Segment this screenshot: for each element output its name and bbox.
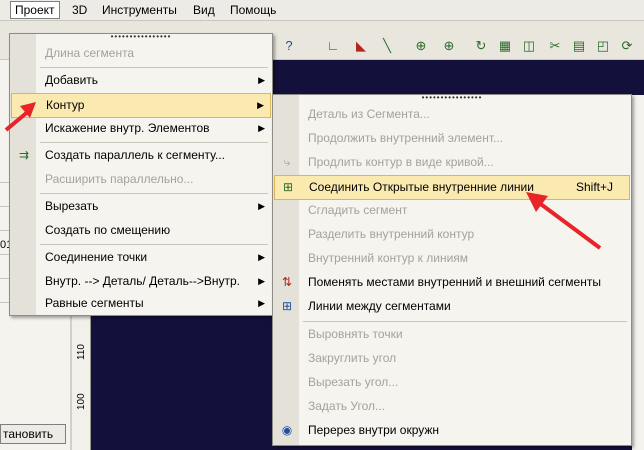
menu-project[interactable]: Проект — [10, 1, 60, 19]
menu-item-label: Продолжить внутренний элемент... — [308, 131, 504, 145]
menu-item-equal-segments[interactable]: Равные сегменты ▶ — [11, 292, 271, 315]
ruler-tick-label: 110 — [76, 344, 87, 360]
menu-item-label: Контур — [46, 98, 85, 112]
triangle-tool-icon[interactable]: ◣ — [352, 37, 370, 55]
layout-tool-icon[interactable]: ▤ — [570, 37, 588, 55]
add-point-icon[interactable]: ⊕ — [412, 37, 430, 55]
submenu-item-round-corner: Закруглить угол — [274, 347, 630, 370]
menu-separator — [40, 67, 268, 68]
menu-separator — [40, 244, 268, 245]
menu-item-label: Создать по смещению — [45, 223, 171, 237]
menu-item-label: Закруглить угол — [308, 351, 397, 365]
cut-tool-icon[interactable]: ✂ — [546, 37, 564, 55]
menu-item-extend-parallel: Расширить параллельно... — [11, 168, 271, 191]
right-panel-strip — [632, 95, 644, 450]
menu-item-segment-length: Длина сегмента — [11, 42, 271, 65]
menu-item-internal-to-piece[interactable]: Внутр. --> Деталь/ Деталь-->Внутр. ▶ — [11, 270, 271, 293]
menu-item-label: Вырезать угол... — [308, 375, 399, 389]
menu-item-label: Выровнять точки — [308, 327, 403, 341]
menu-separator — [40, 142, 268, 143]
submenu-arrow-icon: ▶ — [258, 123, 265, 133]
rotate-piece-icon[interactable]: ⟳ — [618, 37, 636, 55]
menu-item-label: Вырезать — [45, 199, 99, 213]
circle-cut-icon: ◉ — [281, 423, 293, 437]
submenu-item-piece-from-segment: Деталь из Сегмента... — [274, 103, 630, 126]
pattern-tool-icon[interactable]: ◫ — [520, 37, 538, 55]
submenu-item-align-points: Выровнять точки — [274, 323, 630, 346]
submenu-item-lines-between-segments[interactable]: ⊞ Линии между сегментами — [274, 295, 630, 318]
annotation-arrow-left — [4, 102, 36, 132]
add-segment-icon[interactable]: ⊕ — [440, 37, 458, 55]
menu-item-label: Внутренний контур к линиям — [308, 251, 469, 265]
menu-item-label: Сгладить сегмент — [308, 203, 408, 217]
menu-item-point-joint[interactable]: Соединение точки ▶ — [11, 246, 271, 269]
menu-item-label: Равные сегменты — [45, 296, 144, 310]
menu-grip[interactable]: •••••••••••••••• — [273, 94, 631, 102]
annotation-arrow-right — [526, 192, 602, 250]
menu-item-label: Разделить внутренний контур — [308, 227, 475, 241]
menu-item-label: Внутр. --> Деталь/ Деталь-->Внутр. — [45, 274, 240, 288]
axis-icon[interactable]: ∟ — [324, 37, 342, 55]
menu-tools[interactable]: Инструменты — [98, 2, 181, 18]
menu-item-create-offset[interactable]: Создать по смещению — [11, 219, 271, 242]
rotate-tool-icon[interactable]: ↻ — [472, 37, 490, 55]
menu-item-label: Линии между сегментами — [308, 299, 451, 313]
menu-item-label: Перерез внутри окружн — [308, 423, 440, 437]
submenu-arrow-icon: ▶ — [258, 276, 265, 286]
submenu-arrow-icon: ▶ — [258, 201, 265, 211]
menu-item-create-parallel[interactable]: ⇉ Создать параллель к сегменту... — [11, 144, 271, 167]
submenu-item-continue-internal: Продолжить внутренний элемент... — [274, 127, 630, 150]
menu-item-label: Создать параллель к сегменту... — [45, 148, 225, 162]
menu-item-distort-internal[interactable]: Искажение внутр. Элементов ▶ — [11, 117, 271, 140]
menu-item-label: Поменять местами внутренний и внешний се… — [308, 275, 601, 289]
submenu-item-swap-segments[interactable]: ⇅ Поменять местами внутренний и внешний … — [274, 271, 630, 294]
menu-item-contour[interactable]: Контур ▶ — [11, 93, 271, 118]
extend-curve-icon: ⤷ — [283, 155, 291, 169]
menu-separator — [40, 193, 268, 194]
menu-item-label: Искажение внутр. Элементов — [45, 121, 210, 135]
menu-item-add[interactable]: Добавить ▶ — [11, 69, 271, 92]
menu-3d[interactable]: 3D — [68, 2, 91, 18]
lines-between-icon: ⊞ — [281, 299, 293, 313]
swap-segments-icon: ⇅ — [281, 275, 293, 289]
menu-item-label: Задать Угол... — [308, 399, 386, 413]
menu-item-cut[interactable]: Вырезать ▶ — [11, 195, 271, 218]
menu-grip[interactable]: •••••••••••••••• — [10, 33, 272, 41]
menu-item-label: Соединить Открытые внутренние линии — [309, 180, 534, 194]
menu-separator — [303, 321, 627, 322]
submenu-item-extend-contour-curve: ⤷ Продлить контур в виде кривой... — [274, 151, 630, 174]
contour-submenu: •••••••••••••••• Деталь из Сегмента... П… — [272, 94, 632, 446]
menu-bar: Проект 3D Инструменты Вид Помощь — [0, 0, 644, 21]
join-lines-icon: ⊞ — [282, 180, 294, 194]
piece-tool-icon[interactable]: ◰ — [594, 37, 612, 55]
submenu-arrow-icon: ▶ — [258, 75, 265, 85]
ruler-tick-label: 100 — [76, 393, 87, 410]
menu-view[interactable]: Вид — [189, 2, 219, 18]
menu-item-label: Соединение точки — [45, 250, 148, 264]
line-tool-icon[interactable]: ╲ — [378, 37, 396, 55]
menu-item-label: Расширить параллельно... — [45, 172, 194, 186]
submenu-arrow-icon: ▶ — [258, 252, 265, 262]
menu-item-label: Добавить — [45, 73, 99, 87]
restore-button[interactable]: тановить — [0, 424, 66, 444]
menu-help[interactable]: Помощь — [226, 2, 280, 18]
grid-tool-icon[interactable]: ▦ — [496, 37, 514, 55]
menu-item-label: Продлить контур в виде кривой... — [308, 155, 494, 169]
project-dropdown-menu: •••••••••••••••• Длина сегмента Добавить… — [9, 33, 273, 316]
parallel-segment-icon: ⇉ — [18, 148, 30, 162]
menu-item-label: Длина сегмента — [45, 46, 135, 60]
submenu-item-set-angle: Задать Угол... — [274, 395, 630, 418]
submenu-item-cut-corner: Вырезать угол... — [274, 371, 630, 394]
submenu-item-cut-inside-circle[interactable]: ◉ Перерез внутри окружн — [274, 419, 630, 442]
help-pointer-icon[interactable]: ? — [280, 37, 298, 55]
submenu-arrow-icon: ▶ — [258, 298, 265, 308]
submenu-arrow-icon: ▶ — [257, 100, 264, 110]
menu-item-label: Деталь из Сегмента... — [308, 107, 430, 121]
